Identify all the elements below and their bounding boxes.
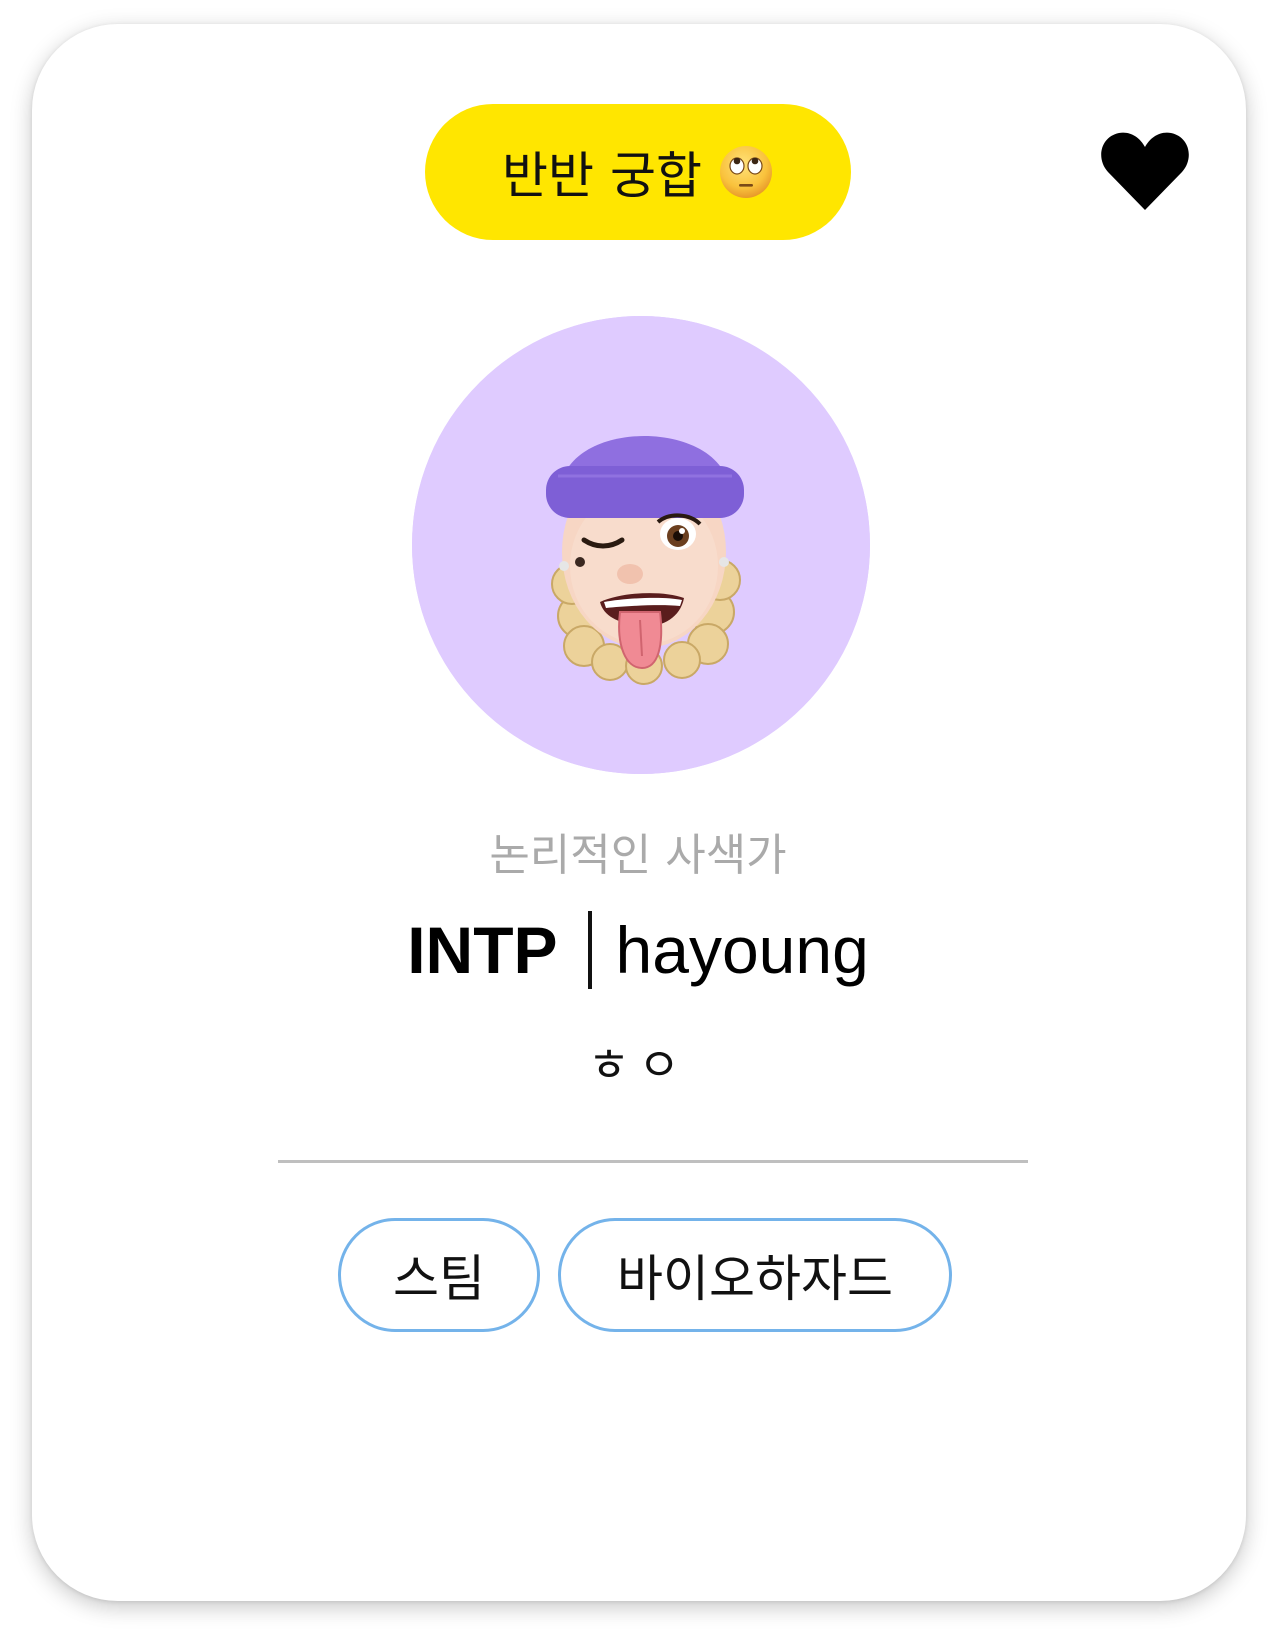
interest-tags: 스팀 바이오하자드	[0, 1218, 1276, 1338]
divider	[278, 1160, 1028, 1163]
profile-card	[32, 24, 1246, 1601]
favorite-button[interactable]	[1100, 128, 1190, 214]
tag-chip[interactable]: 스팀	[338, 1218, 540, 1332]
memoji-avatar-image	[412, 316, 870, 774]
status-message: ㅎㅇ	[587, 1038, 689, 1092]
heart-icon	[1101, 132, 1189, 210]
avatar	[412, 316, 870, 774]
name-divider	[587, 911, 592, 989]
personality-title: 논리적인 사색가	[489, 830, 787, 881]
tag-chip[interactable]: 바이오하자드	[558, 1218, 952, 1332]
mbti-type: INTP	[407, 913, 558, 987]
compatibility-badge[interactable]: 반반 궁합	[425, 104, 851, 240]
username: hayoung	[615, 913, 869, 987]
rolling-eyes-emoji-icon	[719, 146, 772, 198]
name-line: INTP hayoung	[0, 900, 1276, 1000]
compatibility-label: 반반 궁합	[502, 147, 702, 205]
